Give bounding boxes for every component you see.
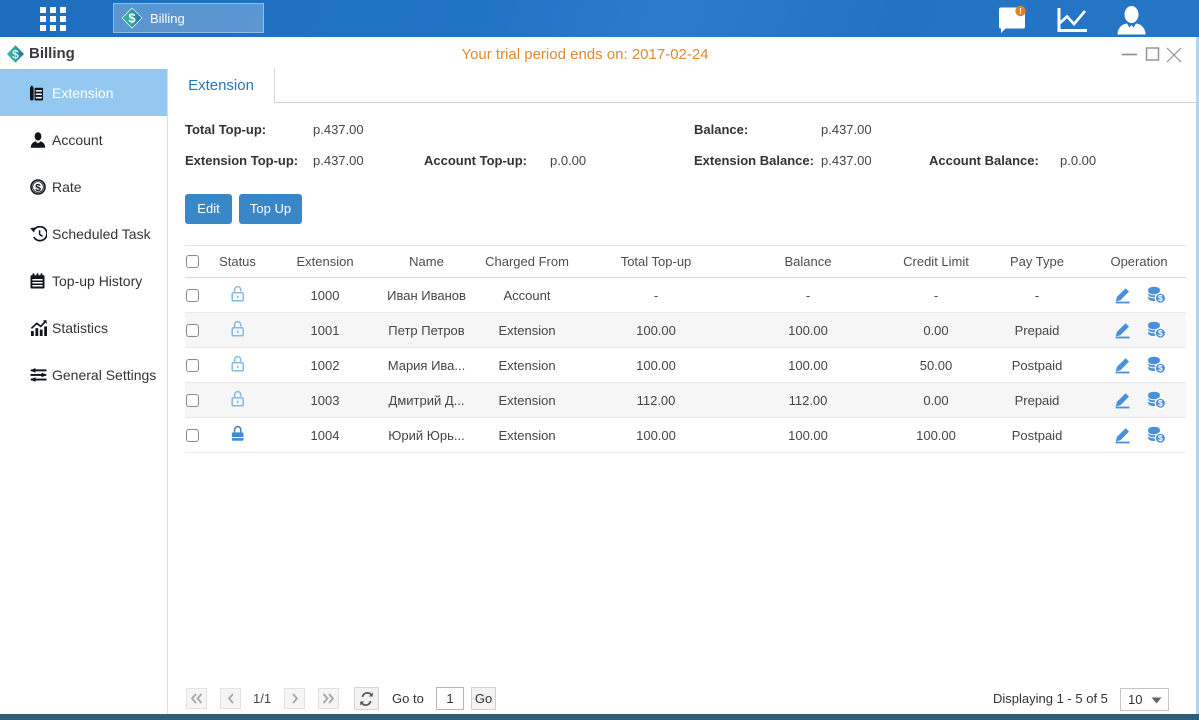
svg-text:$: $ bbox=[128, 11, 136, 26]
svg-text:$: $ bbox=[1158, 293, 1163, 303]
svg-text:$: $ bbox=[1158, 328, 1163, 338]
svg-text:$: $ bbox=[1158, 433, 1163, 443]
svg-text:$: $ bbox=[35, 181, 41, 193]
svg-text:!: ! bbox=[1019, 7, 1022, 16]
svg-text:$: $ bbox=[1158, 363, 1163, 373]
svg-text:$: $ bbox=[1158, 398, 1163, 408]
